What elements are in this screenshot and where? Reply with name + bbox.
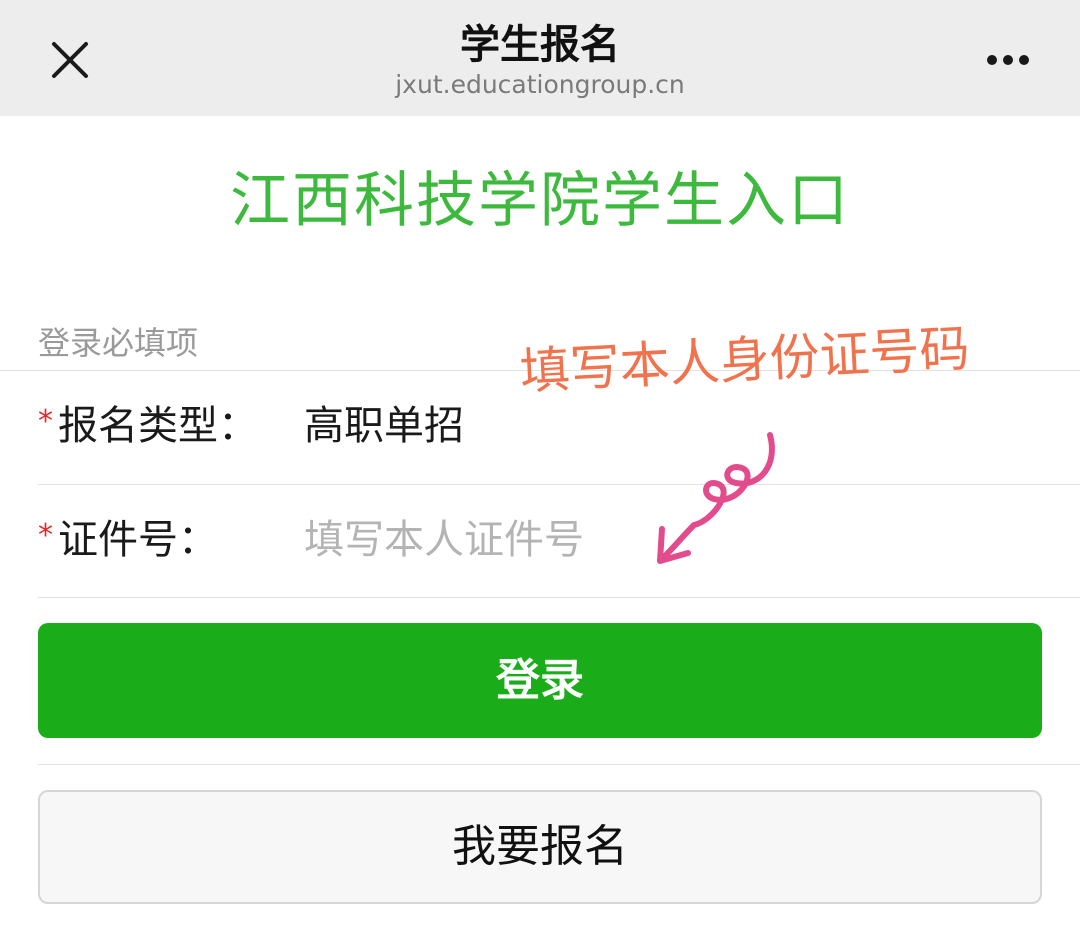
more-horizontal-icon	[987, 55, 1029, 65]
register-button[interactable]: 我要报名	[38, 790, 1042, 904]
id-number-label: 证件号：	[58, 517, 218, 563]
registration-type-value[interactable]: 高职单招	[304, 401, 464, 451]
divider	[38, 597, 1080, 598]
section-label: 登录必填项	[38, 324, 199, 362]
required-marker: *	[38, 518, 53, 553]
registration-type-label: 报名类型：	[58, 403, 258, 449]
divider	[38, 764, 1080, 765]
more-button[interactable]	[978, 44, 1038, 76]
curly-arrow-icon	[657, 432, 775, 564]
nav-bar: 学生报名 jxut.educationgroup.cn	[0, 0, 1080, 116]
page-url: jxut.educationgroup.cn	[395, 70, 685, 99]
required-marker: *	[38, 404, 53, 439]
school-heading: 江西科技学院学生入口	[230, 166, 850, 236]
id-number-row: * 证件号：	[38, 485, 1080, 597]
page-title: 学生报名	[460, 22, 620, 68]
login-button[interactable]: 登录	[38, 623, 1042, 738]
